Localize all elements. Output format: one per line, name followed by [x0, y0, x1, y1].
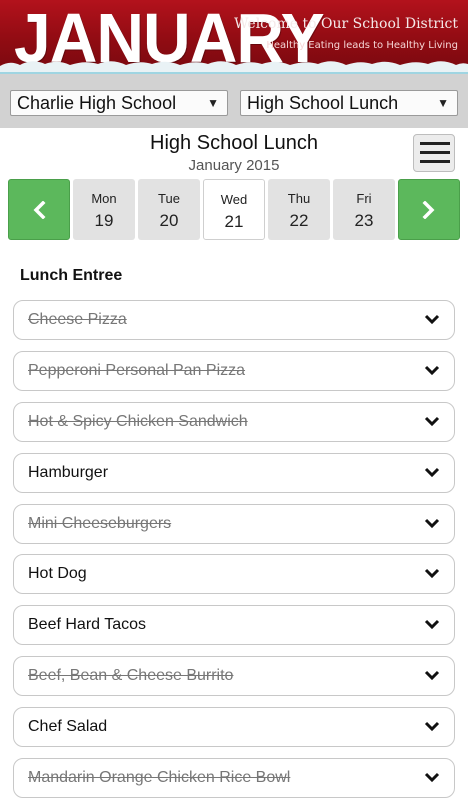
menu-item-label: Beef, Bean & Cheese Burrito — [28, 667, 234, 685]
menu-item-label: Hamburger — [28, 463, 109, 481]
day-number: 23 — [354, 211, 374, 230]
hamburger-icon-bar — [420, 151, 450, 154]
chevron-down-icon — [424, 467, 440, 477]
chevron-left-icon — [33, 200, 46, 220]
menu-item-label: Mini Cheeseburgers — [28, 514, 172, 532]
menu-item[interactable]: Hot & Spicy Chicken Sandwich — [13, 401, 455, 442]
header-banner: JANUARY Welcome to Our School District H… — [0, 0, 468, 72]
menu-item-label: Hot & Spicy Chicken Sandwich — [28, 412, 248, 430]
section-heading: Lunch Entree — [20, 267, 123, 284]
page-title: High School Lunch — [150, 132, 318, 154]
chevron-down-icon — [424, 518, 440, 528]
school-select[interactable]: Charlie High School ▼ — [10, 90, 228, 116]
menu-item[interactable]: Chef Salad — [13, 707, 455, 748]
menu-item-label: Mandarin Orange Chicken Rice Bowl — [28, 769, 291, 787]
hamburger-menu-button[interactable] — [413, 134, 455, 172]
day-tue[interactable]: Tue 20 — [138, 179, 200, 240]
menu-item[interactable]: Mini Cheeseburgers — [13, 503, 455, 544]
selector-bar: Charlie High School ▼ High School Lunch … — [0, 72, 468, 128]
menu-item[interactable]: Cheese Pizza — [13, 300, 455, 340]
menu-item[interactable]: Pepperoni Personal Pan Pizza — [13, 350, 455, 391]
dropdown-caret-icon: ▼ — [437, 96, 449, 110]
chevron-down-icon — [424, 416, 440, 426]
chevron-down-icon — [424, 569, 440, 579]
menu-item-label: Pepperoni Personal Pan Pizza — [28, 361, 246, 379]
chevron-down-icon — [424, 722, 440, 732]
banner-tagline: Healthy Eating leads to Healthy Living — [266, 40, 458, 51]
prev-week-button[interactable] — [8, 179, 70, 240]
chevron-down-icon — [424, 314, 440, 325]
day-thu[interactable]: Thu 22 — [268, 179, 330, 240]
menu-item[interactable]: Hot Dog — [13, 554, 455, 595]
day-number: 20 — [159, 211, 179, 230]
day-name: Thu — [287, 191, 311, 206]
day-number: 22 — [289, 211, 309, 230]
day-name: Wed — [220, 192, 248, 207]
chevron-down-icon — [424, 671, 440, 681]
day-wed-selected[interactable]: Wed 21 — [203, 179, 265, 240]
menu-item-label: Cheese Pizza — [28, 311, 127, 328]
day-mon[interactable]: Mon 19 — [73, 179, 135, 240]
day-name: Tue — [158, 191, 180, 206]
chevron-down-icon — [424, 620, 440, 630]
menu-item[interactable]: Hamburger — [13, 452, 455, 493]
day-name: Fri — [356, 191, 372, 206]
school-select-value: Charlie High School — [17, 93, 177, 113]
day-fri[interactable]: Fri 23 — [333, 179, 395, 240]
next-week-button[interactable] — [398, 179, 460, 240]
chevron-down-icon — [424, 365, 440, 376]
menu-item-label: Chef Salad — [28, 718, 108, 736]
menu-type-select[interactable]: High School Lunch ▼ — [240, 90, 458, 116]
dropdown-caret-icon: ▼ — [207, 96, 219, 110]
hamburger-icon — [420, 142, 450, 145]
menu-item[interactable]: Beef Hard Tacos — [13, 605, 455, 646]
day-name: Mon — [91, 191, 117, 206]
chevron-down-icon — [424, 772, 440, 783]
menu-type-select-value: High School Lunch — [247, 93, 399, 113]
menu-item[interactable]: Mandarin Orange Chicken Rice Bowl — [13, 758, 455, 799]
menu-item-label: Hot Dog — [28, 565, 87, 583]
chevron-right-icon — [422, 200, 435, 220]
day-number: 19 — [94, 211, 114, 230]
menu-item[interactable]: Beef, Bean & Cheese Burrito — [13, 656, 455, 697]
banner-welcome-text: Welcome to Our School District — [234, 16, 458, 32]
menu-item-list: Cheese Pizza Pepperoni Personal Pan Pizz… — [13, 300, 455, 809]
page-subtitle: January 2015 — [188, 157, 280, 174]
menu-item-label: Beef Hard Tacos — [28, 616, 146, 634]
snow-decoration — [0, 61, 468, 72]
day-number: 21 — [224, 212, 244, 231]
hamburger-icon-bar — [420, 160, 450, 163]
